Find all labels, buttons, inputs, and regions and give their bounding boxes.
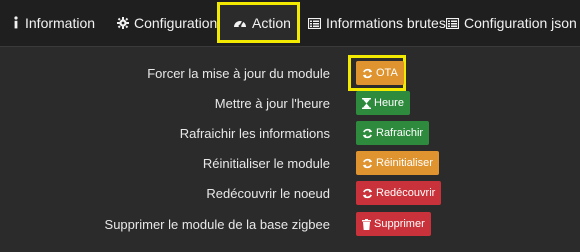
rafraichir-button[interactable]: Rafraichir: [356, 121, 430, 145]
button-label: OTA: [376, 67, 398, 79]
list-icon: [446, 17, 459, 29]
tab-bar: Information Configuration Action Informa…: [0, 0, 580, 47]
hourglass-icon: [362, 97, 371, 109]
trash-icon: [362, 218, 371, 230]
gear-icon: [117, 17, 129, 29]
button-label: Redécouvrir: [376, 187, 436, 199]
tab-information[interactable]: Information: [12, 10, 95, 36]
tab-label: Configuration json: [464, 15, 577, 31]
action-label-rafraichir: Rafraichir les informations: [179, 126, 330, 141]
tab-configuration[interactable]: Configuration: [117, 10, 217, 36]
supprimer-button[interactable]: Supprimer: [356, 212, 431, 236]
refresh-icon: [362, 158, 373, 169]
action-label-supprimer: Supprimer le module de la base zigbee: [104, 217, 330, 232]
tab-configuration-json[interactable]: Configuration json: [446, 10, 577, 36]
tab-informations-brutes[interactable]: Informations brutes: [308, 10, 446, 36]
tab-label: Action: [252, 15, 291, 31]
action-label-ota: Forcer la mise à jour du module: [147, 66, 330, 81]
redecouvrir-button[interactable]: Redécouvrir: [356, 181, 442, 205]
tab-label: Informations brutes: [326, 15, 446, 31]
refresh-icon: [362, 68, 373, 79]
ota-button[interactable]: OTA: [356, 61, 404, 85]
gauge-icon: [233, 17, 247, 29]
reinitialiser-button[interactable]: Réinitialiser: [356, 151, 439, 175]
list-icon: [308, 17, 321, 29]
tab-action[interactable]: Action: [233, 10, 291, 36]
refresh-icon: [362, 188, 373, 199]
button-label: Réinitialiser: [376, 157, 433, 169]
button-label: Rafraichir: [376, 127, 424, 139]
button-label: Supprimer: [374, 218, 425, 230]
action-label-heure: Mettre à jour l'heure: [214, 96, 330, 111]
action-label-redecouvrir: Redécouvrir le noeud: [206, 186, 330, 201]
button-label: Heure: [374, 97, 404, 109]
heure-button[interactable]: Heure: [356, 91, 410, 115]
info-icon: [12, 16, 20, 30]
tab-label: Configuration: [134, 15, 218, 31]
action-label-reinitialiser: Réinitialiser le module: [202, 156, 330, 171]
refresh-icon: [362, 128, 373, 139]
tab-label: Information: [25, 15, 96, 31]
